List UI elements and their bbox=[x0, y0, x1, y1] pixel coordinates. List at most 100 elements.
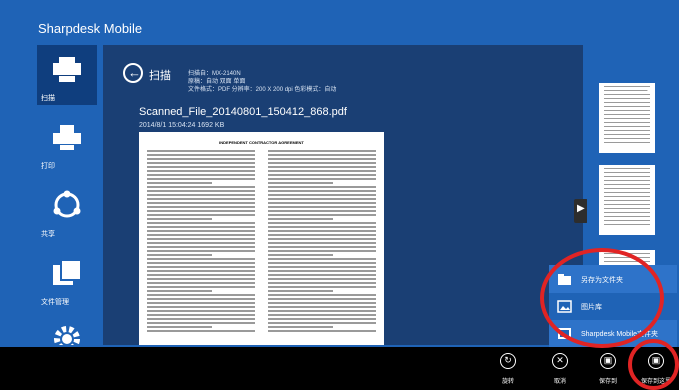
text-line bbox=[268, 150, 376, 152]
text-line bbox=[147, 158, 255, 160]
text-line bbox=[268, 298, 376, 300]
text-line bbox=[604, 172, 650, 173]
text-line bbox=[268, 170, 376, 172]
text-line bbox=[604, 204, 650, 205]
text-line bbox=[268, 290, 333, 292]
text-line bbox=[147, 258, 255, 260]
text-line bbox=[268, 322, 376, 324]
rotate-button[interactable]: ↻ 旋转 bbox=[488, 353, 528, 390]
text-line bbox=[268, 250, 376, 252]
highlight-ellipse bbox=[628, 339, 679, 390]
main-panel: ← 扫描 扫描自：MX-2140N 原稿：自动 双面 单面 文件格式：PDF 分… bbox=[103, 45, 583, 345]
text-line bbox=[268, 262, 376, 264]
text-line bbox=[268, 186, 376, 188]
text-line bbox=[147, 234, 255, 236]
sidebar: 扫描 打印 共享 文件管理 bbox=[37, 45, 97, 345]
text-line bbox=[604, 216, 650, 217]
document-column-left bbox=[147, 150, 255, 334]
save-to-button[interactable]: ▣ 保存到 bbox=[588, 353, 628, 390]
text-line bbox=[268, 166, 376, 168]
text-line bbox=[268, 270, 376, 272]
document-column-right bbox=[268, 150, 376, 334]
text-line bbox=[147, 166, 255, 168]
text-line bbox=[268, 294, 376, 296]
text-line bbox=[268, 266, 376, 268]
text-line bbox=[268, 306, 376, 308]
text-line bbox=[147, 310, 255, 312]
text-line bbox=[147, 298, 255, 300]
text-line bbox=[604, 130, 650, 131]
text-line bbox=[268, 214, 376, 216]
save-to-label: 保存到 bbox=[598, 379, 617, 385]
text-line bbox=[147, 314, 255, 316]
text-line bbox=[604, 110, 650, 111]
text-line bbox=[147, 230, 255, 232]
text-line bbox=[147, 198, 255, 200]
text-line bbox=[268, 258, 376, 260]
rotate-icon: ↻ bbox=[500, 353, 516, 369]
app-bar: ↻ 旋转 ✕ 取消 ▣ 保存到 ▣ 保存到这里 bbox=[0, 347, 679, 390]
text-line bbox=[604, 168, 650, 169]
text-line bbox=[268, 182, 333, 184]
text-line bbox=[147, 318, 255, 320]
text-line bbox=[147, 202, 255, 204]
text-line bbox=[604, 106, 650, 107]
text-line bbox=[147, 266, 255, 268]
text-line bbox=[604, 180, 650, 181]
cancel-button[interactable]: ✕ 取消 bbox=[540, 353, 580, 390]
sidebar-item-settings[interactable] bbox=[37, 317, 97, 345]
sidebar-item-share[interactable]: 共享 bbox=[37, 181, 97, 241]
text-line bbox=[147, 294, 255, 296]
text-line bbox=[147, 206, 255, 208]
text-line bbox=[147, 186, 255, 188]
text-line bbox=[604, 122, 650, 123]
title-bar: Sharpdesk Mobile bbox=[0, 0, 679, 45]
share-icon bbox=[53, 190, 81, 218]
back-arrow-icon: ← bbox=[128, 65, 141, 80]
text-line bbox=[147, 150, 255, 152]
back-button[interactable]: ← bbox=[123, 63, 143, 83]
text-line bbox=[147, 330, 255, 332]
rotate-label: 旋转 bbox=[501, 379, 514, 385]
highlight-ellipse bbox=[540, 248, 664, 348]
chevron-right-icon: ▶ bbox=[577, 203, 585, 214]
text-line bbox=[147, 302, 255, 304]
text-line bbox=[604, 134, 650, 135]
text-line bbox=[147, 306, 255, 308]
scan-icon bbox=[53, 57, 81, 82]
text-line bbox=[604, 220, 650, 221]
text-line bbox=[604, 188, 650, 189]
text-line bbox=[147, 174, 255, 176]
text-line bbox=[147, 322, 255, 324]
file-manager-icon bbox=[53, 259, 82, 285]
text-line bbox=[268, 302, 376, 304]
text-line bbox=[268, 254, 333, 256]
text-line bbox=[604, 212, 650, 213]
next-page-button[interactable]: ▶ bbox=[574, 199, 588, 223]
document-preview[interactable]: INDEPENDENT CONTRACTOR AGREEMENT bbox=[139, 132, 384, 345]
sidebar-item-label: 打印 bbox=[41, 163, 55, 170]
text-line bbox=[147, 182, 212, 184]
print-icon bbox=[53, 125, 81, 150]
text-line bbox=[604, 196, 650, 197]
sidebar-item-print[interactable]: 打印 bbox=[37, 113, 97, 173]
text-line bbox=[147, 290, 212, 292]
text-line bbox=[147, 242, 255, 244]
scan-metadata: 扫描自：MX-2140N 原稿：自动 双面 单面 文件格式：PDF 分辨率：20… bbox=[188, 70, 336, 94]
sidebar-item-label: 共享 bbox=[41, 231, 55, 238]
thumbnail-page-2[interactable] bbox=[599, 165, 655, 235]
text-line bbox=[268, 278, 376, 280]
text-line bbox=[268, 242, 376, 244]
text-line bbox=[147, 246, 255, 248]
text-line bbox=[268, 234, 376, 236]
sidebar-item-file-manager[interactable]: 文件管理 bbox=[37, 249, 97, 309]
sidebar-item-scan[interactable]: 扫描 bbox=[37, 45, 97, 105]
text-line bbox=[268, 222, 376, 224]
text-line bbox=[147, 154, 255, 156]
text-line bbox=[604, 224, 650, 225]
text-line bbox=[268, 282, 376, 284]
text-line bbox=[147, 178, 255, 180]
text-line bbox=[268, 194, 376, 196]
text-line bbox=[147, 214, 255, 216]
text-line bbox=[147, 226, 255, 228]
